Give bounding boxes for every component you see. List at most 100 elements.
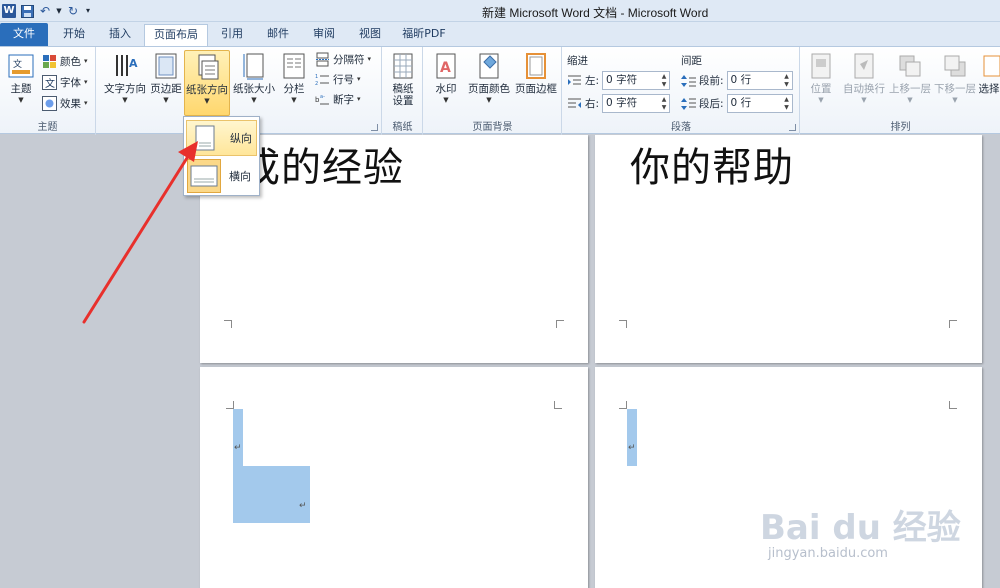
line-numbers-button[interactable]: 12 行号 ▾ [315,70,361,88]
undo-dropdown-icon[interactable]: ▼ [56,4,62,18]
orientation-button[interactable]: 纸张方向 ▼ [184,50,230,116]
text-direction-button[interactable]: A 文字方向 ▼ [101,50,149,114]
indent-left-field: 左: 0 字符 ▲ ▼ [567,71,671,90]
paper-size-button[interactable]: 纸张大小 ▼ [231,50,277,114]
landscape-page-icon [187,159,221,193]
group-theme: 文 主题 ▼ 颜色 ▾ 文 字体 ▾ 效果 ▾ 主题 [0,47,96,135]
indent-right-field: 右: 0 字符 ▲ ▼ [567,94,671,113]
paragraph-mark: ↵ [299,501,307,511]
spacing-before-icon [681,74,696,87]
themes-button[interactable]: 文 主题 ▼ [4,50,38,114]
page-borders-icon [526,53,546,79]
chevron-down-icon: ▼ [907,96,913,104]
chevron-down-icon: ▼ [486,96,492,104]
baidu-watermark-url: jingyan.baidu.com [768,546,888,561]
customize-qat-icon[interactable]: ▾ [84,4,92,18]
ribbon-tabs: 文件 开始 插入 页面布局 引用 邮件 审阅 视图 福昕PDF [0,22,1000,47]
crop-mark [556,320,564,328]
spacing-before-input[interactable]: 0 行 ▲ ▼ [726,71,793,90]
undo-icon[interactable]: ↶ [38,4,52,18]
group-paragraph: 缩进 间距 左: 0 字符 ▲ ▼ 右: 0 字符 ▲ ▼ 段前: 0 行 ▲ ▼ 段后: … [563,47,800,135]
chevron-down-icon: ▼ [291,96,297,104]
tab-mailings[interactable]: 邮件 [256,24,300,46]
spin-arrows-icon[interactable]: ▲ ▼ [660,73,668,89]
font-theme-icon: 文 [42,74,57,90]
tab-view[interactable]: 视图 [348,24,392,46]
spin-arrows-icon[interactable]: ▲ ▼ [783,96,791,112]
wrap-text-button[interactable]: 自动换行 ▼ [841,50,887,114]
tab-references[interactable]: 引用 [210,24,254,46]
bring-forward-button[interactable]: 上移一层 ▼ [888,50,932,114]
svg-text:A: A [129,57,138,70]
manuscript-grid-icon [393,53,413,79]
columns-button[interactable]: 分栏 ▼ [279,50,309,114]
page-2[interactable]: 你的帮助 [595,135,982,363]
watermark-icon: A [436,53,456,79]
quick-access-toolbar: W ↶ ▼ ↻ ▾ [2,3,92,19]
save-icon[interactable] [20,4,34,18]
wrap-text-icon [854,53,874,79]
page-3[interactable]: ↵ ↵ [200,367,588,588]
position-button[interactable]: 位置 ▼ [803,50,839,114]
theme-effects-button[interactable]: 效果 ▾ [42,94,88,112]
crop-mark [619,401,627,409]
tab-page-layout[interactable]: 页面布局 [144,24,208,47]
indent-left-input[interactable]: 0 字符 ▲ ▼ [602,71,671,90]
effects-icon [42,95,57,111]
ribbon: 文 主题 ▼ 颜色 ▾ 文 字体 ▾ 效果 ▾ 主题 A 文字方向 ▼ 页边距 ▼ [0,46,1000,135]
chevron-down-icon: ▼ [251,96,257,104]
margins-button[interactable]: 页边距 ▼ [149,50,183,114]
chevron-down-icon: ▼ [443,96,449,104]
watermark-button[interactable]: A 水印 ▼ [428,50,464,114]
select-icon [983,55,1000,77]
paragraph-mark: ↵ [628,443,636,453]
manuscript-settings-button[interactable]: 稿纸 设置 [386,50,420,114]
spin-arrows-icon[interactable]: ▲ ▼ [660,96,668,112]
word-logo-icon[interactable]: W [2,4,16,18]
page-color-button[interactable]: 页面颜色 ▼ [466,50,512,114]
orientation-landscape-item[interactable]: 横向 [186,158,257,194]
page-borders-button[interactable]: 页面边框 [513,50,559,114]
line-numbers-icon: 12 [315,74,329,87]
crop-mark [224,320,232,328]
indent-right-input[interactable]: 0 字符 ▲ ▼ [602,94,671,113]
tab-home[interactable]: 开始 [52,24,96,46]
svg-text:文: 文 [13,58,22,70]
tab-foxit-pdf[interactable]: 福昕PDF [394,24,454,46]
tab-file[interactable]: 文件 [0,23,48,46]
theme-colors-button[interactable]: 颜色 ▾ [42,52,88,70]
select-button[interactable]: 选择 [978,50,1000,114]
breaks-icon [316,52,329,66]
theme-fonts-button[interactable]: 文 字体 ▾ [42,73,88,91]
chevron-down-icon: ▼ [18,96,24,104]
bring-forward-icon [899,55,921,77]
group-label-manuscript: 稿纸 [392,122,413,133]
spacing-after-field: 段后: 0 行 ▲ ▼ [681,94,793,113]
svg-text:1: 1 [315,74,318,80]
chevron-down-icon: ▼ [818,96,824,104]
breaks-button[interactable]: 分隔符 ▾ [315,50,371,68]
hyphenation-button[interactable]: b a- 断字 ▾ [315,90,361,108]
paragraph-launcher-icon[interactable] [789,124,796,131]
spacing-after-input[interactable]: 0 行 ▲ ▼ [726,94,793,113]
crop-mark [554,401,562,409]
text-selection [233,466,310,523]
group-label-arrange: 排列 [890,122,911,133]
text-selection [233,409,243,466]
paragraph-mark: ↵ [234,443,242,453]
group-arrange: 位置 ▼ 自动换行 ▼ 上移一层 ▼ 下移一层 ▼ 选择 排列 [801,47,1000,135]
tab-review[interactable]: 审阅 [302,24,346,46]
portrait-page-icon [188,121,222,155]
redo-icon[interactable]: ↻ [66,4,80,18]
spin-arrows-icon[interactable]: ▲ ▼ [783,73,791,89]
indent-title: 缩进 [567,55,588,67]
orientation-portrait-item[interactable]: 纵向 [186,120,257,156]
tab-insert[interactable]: 插入 [98,24,142,46]
text-direction-icon: A [116,55,138,76]
crop-mark [226,401,234,409]
send-backward-icon [944,55,966,77]
text-selection [627,409,637,466]
page-setup-launcher-icon[interactable] [371,124,378,131]
send-backward-button[interactable]: 下移一层 ▼ [933,50,977,114]
indent-right-icon [568,98,581,108]
